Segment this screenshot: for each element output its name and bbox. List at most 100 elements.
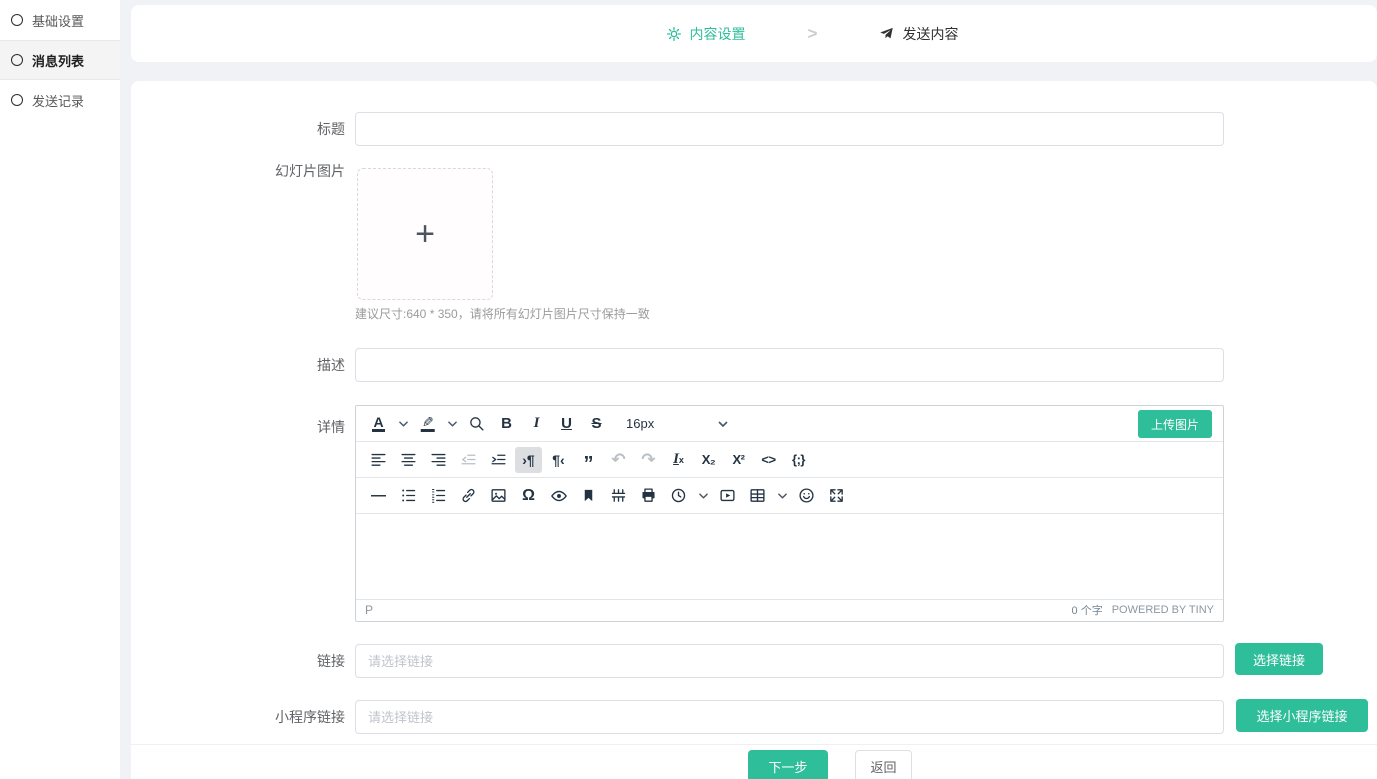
blockquote-icon: ” xyxy=(584,451,594,468)
subscript-button[interactable]: X₂ xyxy=(695,447,722,473)
redo-icon: ↷ xyxy=(641,450,655,470)
strikethrough-icon: S xyxy=(591,415,601,432)
step-separator: > xyxy=(808,24,818,44)
circle-icon xyxy=(11,14,23,26)
special-character-button[interactable]: Ω xyxy=(515,483,542,509)
font-size-select[interactable]: 16px xyxy=(621,411,733,437)
indent-button[interactable] xyxy=(485,447,512,473)
slides-size-hint: 建议尺寸:640 * 350，请将所有幻灯片图片尺寸保持一致 xyxy=(355,305,650,322)
title-input[interactable] xyxy=(355,112,1224,146)
step-label: 内容设置 xyxy=(690,24,746,44)
background-color-menu-button[interactable] xyxy=(444,411,460,437)
print-button[interactable] xyxy=(635,483,662,509)
blockquote-button[interactable]: ” xyxy=(575,447,602,473)
rtl-icon: ¶‹ xyxy=(552,452,564,468)
video-icon xyxy=(719,487,736,504)
insert-datetime-menu-button[interactable] xyxy=(695,483,711,509)
background-color-icon: ✎ xyxy=(421,415,435,433)
description-label: 描述 xyxy=(131,348,345,382)
fullscreen-icon xyxy=(828,487,845,504)
search-replace-button[interactable] xyxy=(463,411,490,437)
circle-icon xyxy=(11,94,23,106)
link-icon xyxy=(460,487,477,504)
table-button[interactable] xyxy=(744,483,771,509)
numbered-list-button[interactable] xyxy=(425,483,452,509)
align-left-icon xyxy=(370,451,387,468)
italic-icon: I xyxy=(534,415,540,432)
bold-button[interactable]: B xyxy=(493,411,520,437)
choose-mini-link-button[interactable]: 选择小程序链接 xyxy=(1236,699,1368,732)
indent-icon xyxy=(490,451,507,468)
step-send-content[interactable]: 发送内容 xyxy=(879,24,958,44)
bookmark-icon xyxy=(581,488,596,503)
editor-toolbar-row3: — Ω xyxy=(356,478,1223,514)
gear-icon xyxy=(666,26,682,42)
content-settings-form: 标题 幻灯片图片 + 建议尺寸:640 * 350，请将所有幻灯片图片尺寸保持一… xyxy=(131,81,1377,779)
stepper-card: 内容设置 > 发送内容 xyxy=(131,5,1377,62)
text-color-menu-button[interactable] xyxy=(395,411,411,437)
next-step-button[interactable]: 下一步 xyxy=(748,750,828,779)
link-button[interactable] xyxy=(455,483,482,509)
fullscreen-button[interactable] xyxy=(823,483,850,509)
sidebar-item-label: 基础设置 xyxy=(32,11,84,30)
step-label: 发送内容 xyxy=(902,24,958,44)
subscript-icon: X₂ xyxy=(702,452,715,467)
slide-upload-box[interactable]: + xyxy=(357,168,493,300)
send-icon xyxy=(879,26,894,41)
bullet-list-button[interactable] xyxy=(395,483,422,509)
underline-button[interactable]: U xyxy=(553,411,580,437)
sidebar-item-send-records[interactable]: 发送记录 xyxy=(0,80,120,120)
text-color-button[interactable]: A xyxy=(365,411,392,437)
clear-formatting-button[interactable]: Ix xyxy=(665,447,692,473)
rtl-button[interactable]: ¶‹ xyxy=(545,447,572,473)
redo-button[interactable]: ↷ xyxy=(635,447,662,473)
align-right-icon xyxy=(430,451,447,468)
ltr-button[interactable]: ›¶ xyxy=(515,447,542,473)
chevron-down-icon xyxy=(718,421,728,427)
slides-label: 幻灯片图片 xyxy=(131,161,345,181)
align-center-icon xyxy=(400,451,417,468)
align-right-button[interactable] xyxy=(425,447,452,473)
powered-by-tiny[interactable]: POWERED BY TINY xyxy=(1112,604,1214,616)
code-sample-icon: {;} xyxy=(792,452,805,467)
link-input[interactable] xyxy=(355,644,1224,678)
editor-toolbar-row2: ›¶ ¶‹ ” ↶ ↷ Ix X₂ X² <> {;} xyxy=(356,442,1223,478)
table-menu-button[interactable] xyxy=(774,483,790,509)
stepper: 内容设置 > 发送内容 xyxy=(666,24,959,44)
undo-button[interactable]: ↶ xyxy=(605,447,632,473)
media-button[interactable] xyxy=(714,483,741,509)
sidebar-item-message-list[interactable]: 消息列表 xyxy=(0,40,120,80)
image-button[interactable] xyxy=(485,483,512,509)
step-content-settings[interactable]: 内容设置 xyxy=(666,24,746,44)
rich-text-editor: A ✎ B I U S 16px 上传图片 ›¶ ¶‹ xyxy=(355,405,1224,622)
preview-button[interactable] xyxy=(545,483,572,509)
align-left-button[interactable] xyxy=(365,447,392,473)
align-center-button[interactable] xyxy=(395,447,422,473)
circle-icon xyxy=(11,54,23,66)
printer-icon xyxy=(640,487,657,504)
mini-link-input[interactable] xyxy=(355,700,1224,734)
choose-link-button[interactable]: 选择链接 xyxy=(1235,643,1323,675)
strikethrough-button[interactable]: S xyxy=(583,411,610,437)
insert-datetime-button[interactable] xyxy=(665,483,692,509)
editor-status-bar: P 0 个字 POWERED BY TINY xyxy=(356,599,1223,620)
horizontal-rule-button[interactable]: — xyxy=(365,483,392,509)
image-icon xyxy=(490,487,507,504)
description-input[interactable] xyxy=(355,348,1224,382)
code-sample-button[interactable]: {;} xyxy=(785,447,812,473)
superscript-button[interactable]: X² xyxy=(725,447,752,473)
sidebar-item-basic-settings[interactable]: 基础设置 xyxy=(0,0,120,40)
code-button[interactable]: <> xyxy=(755,447,782,473)
background-color-button[interactable]: ✎ xyxy=(414,411,441,437)
emoticons-button[interactable] xyxy=(793,483,820,509)
back-button[interactable]: 返回 xyxy=(855,750,912,779)
upload-image-button[interactable]: 上传图片 xyxy=(1138,410,1212,438)
bold-icon: B xyxy=(501,415,512,432)
page-break-icon xyxy=(610,487,627,504)
editor-content-area[interactable] xyxy=(356,514,1223,599)
anchor-button[interactable] xyxy=(575,483,602,509)
page-break-button[interactable] xyxy=(605,483,632,509)
outdent-button[interactable] xyxy=(455,447,482,473)
clear-formatting-sub: x xyxy=(679,455,684,465)
italic-button[interactable]: I xyxy=(523,411,550,437)
